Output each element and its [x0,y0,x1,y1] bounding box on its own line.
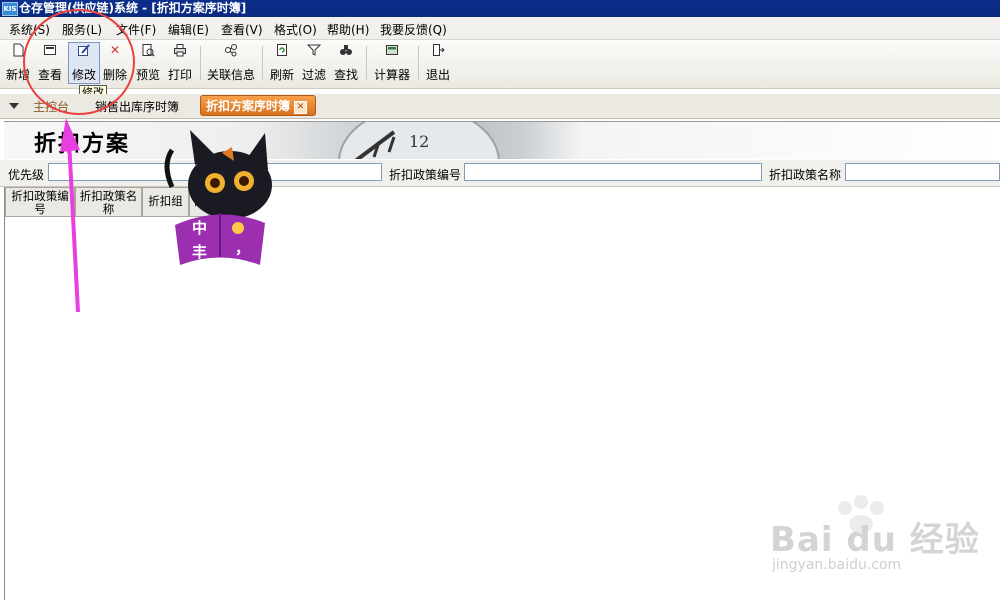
watermark-brand: Bai du 经验 [770,520,980,560]
tab-discount-scheme[interactable]: 折扣方案序时簿 ✕ [200,95,317,116]
exit-door-icon [433,44,445,56]
column-header-name[interactable]: 折扣政策名称 [75,187,142,217]
discount-name-field[interactable] [845,163,1000,181]
preview-button[interactable]: 预览 [134,43,162,83]
app-logo-icon: KIS [2,2,18,16]
close-tab-icon[interactable]: ✕ [294,101,308,114]
discount-name-label: 折扣政策名称 [769,168,842,182]
exit-label: 退出 [425,68,450,82]
menu-feedback[interactable]: 我要反馈(Q) [380,21,447,38]
refresh-label: 刷新 [269,68,294,82]
discount-code-label: 折扣政策编号 [389,168,462,182]
filter-label: 过滤 [301,68,326,82]
column-header-code[interactable]: 折扣政策编号 [5,187,75,217]
related-info-label: 关联信息 [206,68,255,82]
refresh-icon [277,44,287,56]
tab-discount-scheme-label: 折扣方案序时簿 [206,99,291,113]
refresh-button[interactable]: 刷新 [268,43,296,83]
related-info-button[interactable]: 关联信息 [205,43,257,83]
toolbar-separator [366,46,367,80]
preview-icon [142,44,155,57]
calculator-icon [386,45,398,55]
preview-label: 预览 [135,68,160,82]
printer-icon [174,44,186,57]
cat-mascot-sticker: 中 丰 ， [164,130,272,265]
calculator-label: 计算器 [373,68,410,82]
menu-view[interactable]: 查看(V) [221,21,263,38]
menu-bar: 系统(S) 服务(L) 文件(F) 编辑(E) 查看(V) 格式(O) 帮助(H… [0,17,1000,40]
toolbar-separator [200,46,201,80]
print-button[interactable]: 打印 [166,43,194,83]
page-banner: 12 折扣方案 [4,121,1000,159]
page-title: 折扣方案 [34,131,131,157]
title-bar: KIS 仓存管理(供应链)系统 - [折扣方案序时簿] [0,0,1000,17]
toolbar-separator [262,46,263,80]
tab-list-dropdown-icon[interactable] [9,103,19,109]
priority-label: 优先级 [8,168,45,182]
toolbar-separator [418,46,419,80]
sticker-glyph-3: ， [235,239,250,257]
annotation-circle [23,9,135,115]
sticker-glyph-2: 丰 [192,243,207,261]
filter-funnel-icon [307,44,321,56]
watermark-url: jingyan.baidu.com [772,557,902,573]
sticker-glyph-1: 中 [192,219,207,237]
svg-text:12: 12 [409,132,429,151]
binoculars-icon [340,45,352,55]
print-label: 打印 [167,68,192,82]
find-label: 查找 [333,68,358,82]
filter-bar: 优先级 折扣政策编号 折扣政策名称 [0,160,1000,187]
related-info-icon [225,44,237,57]
exit-button[interactable]: 退出 [424,43,452,83]
find-button[interactable]: 查找 [332,43,360,83]
clock-decoration-icon: 12 [338,122,500,159]
menu-edit[interactable]: 编辑(E) [168,21,209,38]
filter-button[interactable]: 过滤 [300,43,328,83]
toolbar: 新增 查看 修改 ✕ 删除 预览 打印 关联信息 刷新 过滤 查找 计算器 退出 [0,40,1000,89]
tab-bar: 主控台 销售出库序时簿 折扣方案序时簿 ✕ [0,94,1000,119]
menu-help[interactable]: 帮助(H) [327,21,369,38]
calculator-button[interactable]: 计算器 [372,43,412,83]
menu-format[interactable]: 格式(O) [274,21,317,38]
discount-code-field[interactable] [464,163,762,181]
